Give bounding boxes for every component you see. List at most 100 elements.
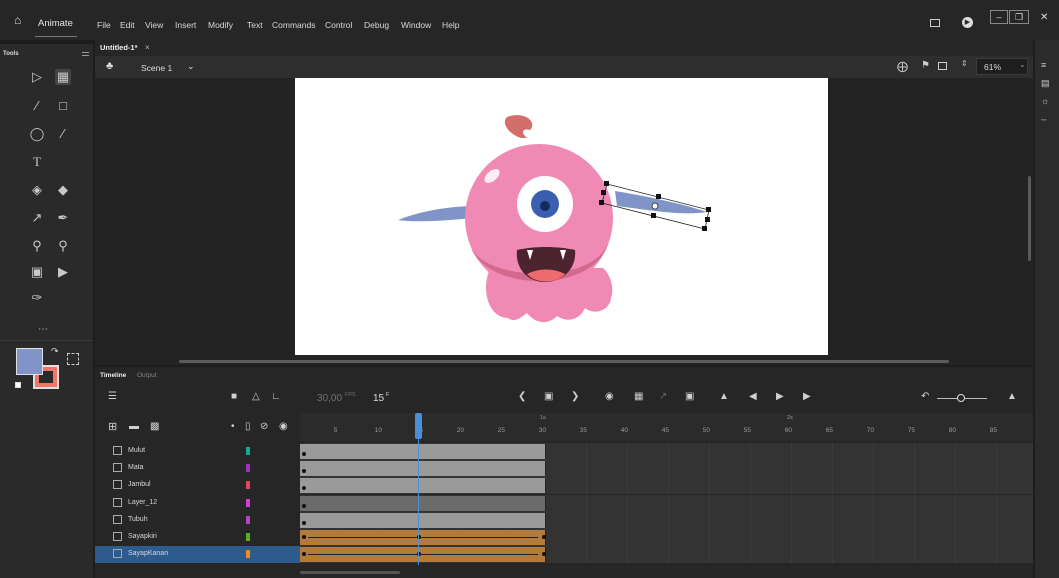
line-icon[interactable]: ∕ xyxy=(55,126,71,142)
menu-text[interactable]: Text xyxy=(247,20,263,30)
layer-row[interactable]: Sayapkiri xyxy=(95,529,300,546)
menu-control[interactable]: Control xyxy=(325,20,352,30)
tab-output[interactable]: Output xyxy=(137,372,157,379)
add-folder-icon[interactable]: ▬ xyxy=(129,421,139,433)
keyframe-dot[interactable] xyxy=(302,535,306,539)
menu-debug[interactable]: Debug xyxy=(364,20,389,30)
paint-bucket-icon[interactable]: ◈ xyxy=(29,182,45,198)
camera-icon[interactable]: ■ xyxy=(231,391,237,403)
layer-frames[interactable] xyxy=(300,443,1033,460)
layers-icon[interactable]: ☰ xyxy=(108,391,117,403)
test-movie-icon[interactable]: ▶ xyxy=(962,17,973,28)
layer-frames[interactable] xyxy=(300,477,1033,495)
zoom-stepper[interactable]: ⇕ xyxy=(961,59,968,68)
camera-tool-icon[interactable]: ▣ xyxy=(29,264,45,280)
layer-color-swatch[interactable] xyxy=(246,498,250,507)
keyframe-dot[interactable] xyxy=(302,452,306,456)
snap-icon[interactable]: ⨁ xyxy=(897,60,908,73)
edit-multiple-icon[interactable]: ▦ xyxy=(634,391,643,403)
subselection-icon[interactable]: ▶ xyxy=(55,264,71,280)
menu-help[interactable]: Help xyxy=(442,20,459,30)
fps-value[interactable]: 30,00 xyxy=(317,393,342,404)
close-icon[interactable]: × xyxy=(145,43,150,52)
frame-size-icon[interactable]: ↶ xyxy=(921,391,929,403)
layer-row[interactable]: Mulut xyxy=(95,443,300,460)
layer-frames[interactable] xyxy=(300,529,1033,546)
add-layer-icon[interactable]: ⊞ xyxy=(108,421,117,433)
zoom-field[interactable]: 61% ⌄ xyxy=(976,58,1028,75)
oval-icon[interactable]: ◯ xyxy=(29,126,45,142)
menu-commands[interactable]: Commands xyxy=(272,20,315,30)
lock-icon[interactable]: ◉ xyxy=(279,421,288,433)
layer-color-swatch[interactable] xyxy=(246,464,250,473)
layer-row[interactable]: Tubuh xyxy=(95,511,300,529)
layer-row[interactable]: Jambul xyxy=(95,477,300,495)
keyframe-dot[interactable] xyxy=(302,520,306,525)
lasso-icon[interactable]: ⚲ xyxy=(29,238,45,254)
rectangle-icon[interactable]: □ xyxy=(55,98,71,114)
frame-ruler[interactable]: 510152025303540455055606570758085 xyxy=(300,413,1033,441)
next-keyframe-icon[interactable]: ❯ xyxy=(571,391,579,403)
free-transform-icon[interactable]: ▦ xyxy=(55,69,71,85)
stage-v-scrollbar[interactable] xyxy=(1028,176,1031,261)
static-span[interactable] xyxy=(300,444,546,459)
zoom-icon[interactable]: ⚲ xyxy=(55,238,71,254)
properties-icon[interactable]: ≡ xyxy=(1041,60,1046,70)
workspace-icon[interactable] xyxy=(930,19,940,27)
stage-canvas[interactable] xyxy=(295,78,828,355)
layer-color-swatch[interactable] xyxy=(246,481,250,490)
static-span[interactable] xyxy=(300,512,546,528)
minimize-button[interactable]: – xyxy=(990,10,1008,24)
layer-frames[interactable] xyxy=(300,460,1033,478)
eye-icon[interactable]: ⊘ xyxy=(260,421,268,433)
timeline-h-scrollbar[interactable] xyxy=(300,571,400,574)
graph-icon[interactable]: ∟ xyxy=(271,391,281,403)
insert-keyframe-icon[interactable]: ▣ xyxy=(544,391,553,403)
menu-edit[interactable]: Edit xyxy=(120,20,135,30)
playhead-handle[interactable] xyxy=(415,413,422,439)
default-colors-icon[interactable] xyxy=(15,382,21,388)
static-span[interactable] xyxy=(300,478,546,494)
tab-timeline[interactable]: Timeline xyxy=(100,372,126,379)
layer-color-swatch[interactable] xyxy=(246,515,250,524)
home-icon[interactable]: ⌂ xyxy=(14,14,26,26)
onion-skin-icon[interactable]: ◉ xyxy=(605,391,614,403)
document-tab[interactable]: Untitled-1* xyxy=(100,43,138,52)
chevron-down-icon[interactable]: ⌄ xyxy=(187,61,195,72)
swap-colors-icon[interactable]: ↷ xyxy=(51,346,59,357)
menu-file[interactable]: File xyxy=(97,20,111,30)
eyedropper-icon[interactable]: ↗ xyxy=(29,210,45,226)
maximize-button[interactable]: ❐ xyxy=(1009,10,1029,24)
library-icon[interactable]: ▤ xyxy=(1041,78,1050,89)
stroke-color-swatch[interactable] xyxy=(16,348,43,375)
layer-color-swatch[interactable] xyxy=(246,447,250,455)
more-tools-icon[interactable]: ⋯ xyxy=(35,322,51,338)
edit-symbols-icon[interactable]: ⚑ xyxy=(921,60,930,71)
mountains-icon[interactable]: ▲ xyxy=(1007,391,1017,403)
frame-size-knob[interactable] xyxy=(957,394,965,402)
text-icon[interactable]: T xyxy=(29,154,45,170)
layer-row[interactable]: SayapKanan xyxy=(95,546,300,564)
static-span[interactable] xyxy=(300,495,546,511)
layer-row[interactable]: Mata xyxy=(95,460,300,478)
step-back-icon[interactable]: ◀ xyxy=(749,391,757,403)
stage-h-scrollbar[interactable] xyxy=(179,360,949,363)
keyframe-dot[interactable] xyxy=(302,503,306,508)
align-icon[interactable]: ┄ xyxy=(1041,115,1046,126)
play-icon[interactable]: ▶ xyxy=(776,391,784,403)
eraser-icon[interactable]: ◆ xyxy=(55,182,71,198)
width-tool-icon[interactable]: ✑ xyxy=(29,290,45,306)
layer-color-swatch[interactable] xyxy=(246,533,250,541)
step-forward-icon[interactable]: ▶ xyxy=(803,391,811,403)
brush-icon[interactable]: ∕ xyxy=(29,98,45,114)
menu-insert[interactable]: Insert xyxy=(175,20,196,30)
layer-frames[interactable] xyxy=(300,511,1033,529)
parenting-icon[interactable]: △ xyxy=(252,391,260,403)
highlight-icon[interactable]: • xyxy=(231,421,235,433)
pen-icon[interactable]: ✒ xyxy=(55,210,71,226)
menu-view[interactable]: View xyxy=(145,20,163,30)
insert-classic-icon[interactable]: ▲ xyxy=(719,391,729,403)
menu-window[interactable]: Window xyxy=(401,20,431,30)
menu-modify[interactable]: Modify xyxy=(208,20,233,30)
layer-row[interactable]: Layer_12 xyxy=(95,494,300,512)
